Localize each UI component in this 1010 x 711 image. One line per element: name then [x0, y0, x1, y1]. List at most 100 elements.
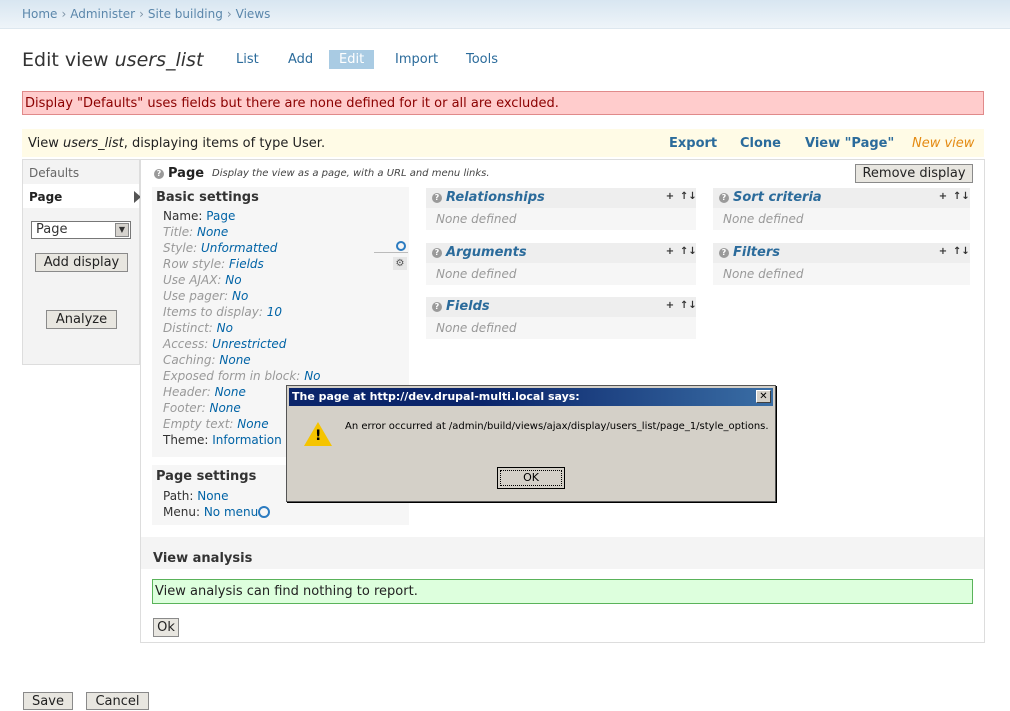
setting-value-link[interactable]: No — [225, 273, 241, 287]
breadcrumb-home[interactable]: Home — [22, 7, 57, 21]
page-title-prefix: Edit view — [22, 49, 109, 71]
setting-value-link[interactable]: Fields — [229, 257, 264, 271]
breadcrumb-views[interactable]: Views — [236, 7, 271, 21]
rearrange-icon[interactable]: ↑↓ — [680, 246, 697, 258]
chevron-down-icon: ▼ — [115, 223, 129, 237]
setting-value-link[interactable]: No menu — [204, 505, 258, 519]
setting-value-link[interactable]: None — [209, 401, 240, 415]
setting-value-link[interactable]: No — [217, 321, 233, 335]
fields-header: ? Fields + ↑↓ — [426, 297, 697, 317]
setting-value-link[interactable]: None — [237, 417, 268, 431]
analyze-button[interactable]: Analyze — [46, 310, 117, 329]
sort-criteria-empty: None defined — [723, 212, 804, 226]
tab-add[interactable]: Add — [288, 52, 313, 67]
arguments-empty: None defined — [436, 267, 517, 281]
fields-empty: None defined — [436, 321, 517, 335]
help-icon[interactable]: ? — [432, 302, 442, 312]
view-description-name: users_list — [63, 136, 124, 151]
setting-row-style: Style: Unformatted — [163, 241, 277, 255]
setting-key: Style: — [163, 241, 198, 255]
setting-row-menu: Menu: No menu — [163, 505, 258, 519]
filters-panel: ? Filters + ↑↓ None defined — [713, 243, 970, 285]
page-title: Edit view users_list — [22, 49, 203, 71]
setting-value-link[interactable]: None — [215, 385, 246, 399]
setting-value-link[interactable]: Information — [212, 433, 281, 447]
tab-import[interactable]: Import — [395, 52, 438, 67]
add-icon[interactable]: + — [937, 191, 949, 203]
view-page-link[interactable]: View "Page" — [805, 136, 894, 151]
arguments-panel: ? Arguments + ↑↓ None defined — [426, 243, 697, 285]
breadcrumb-separator: › — [139, 7, 144, 21]
relationships-title[interactable]: Relationships — [446, 190, 545, 205]
cancel-button[interactable]: Cancel — [86, 692, 149, 710]
add-icon[interactable]: + — [937, 246, 949, 258]
help-icon[interactable]: ? — [719, 248, 729, 258]
help-icon[interactable]: ? — [432, 248, 442, 258]
rearrange-icon[interactable]: ↑↓ — [680, 191, 697, 203]
setting-value-link[interactable]: 10 — [267, 305, 282, 319]
dialog-titlebar: The page at http://dev.drupal-multi.loca… — [289, 388, 773, 406]
setting-row-use-ajax: Use AJAX: No — [163, 273, 242, 287]
arguments-title[interactable]: Arguments — [446, 245, 527, 260]
display-tab-defaults[interactable]: Defaults — [29, 166, 79, 180]
export-link[interactable]: Export — [669, 136, 717, 151]
setting-row-footer: Footer: None — [163, 401, 241, 415]
setting-row-title: Title: None — [163, 225, 228, 239]
setting-value-link[interactable]: Unformatted — [201, 241, 277, 255]
gear-icon[interactable]: ⚙ — [393, 257, 407, 270]
setting-row-name: Name: Page — [163, 209, 235, 223]
save-button[interactable]: Save — [23, 692, 73, 710]
close-icon[interactable]: ✕ — [756, 390, 771, 403]
breadcrumb-site-building[interactable]: Site building — [148, 7, 223, 21]
setting-row-row-style: Row style: Fields — [163, 257, 264, 271]
refresh-icon[interactable] — [258, 506, 270, 518]
add-display-button[interactable]: Add display — [35, 253, 128, 272]
add-icon[interactable]: + — [664, 191, 676, 203]
remove-display-button[interactable]: Remove display — [855, 164, 973, 183]
clone-link[interactable]: Clone — [740, 136, 781, 151]
display-type-value: Page — [36, 222, 68, 237]
setting-value-link[interactable]: None — [197, 489, 228, 503]
setting-row-empty-text: Empty text: None — [163, 417, 269, 431]
tab-list[interactable]: List — [236, 52, 259, 67]
setting-key: Theme: — [163, 433, 209, 447]
tab-tools[interactable]: Tools — [466, 52, 498, 67]
fields-panel: ? Fields + ↑↓ None defined — [426, 297, 697, 339]
sort-criteria-title[interactable]: Sort criteria — [733, 190, 822, 205]
setting-value-link[interactable]: Page — [206, 209, 235, 223]
filters-empty: None defined — [723, 267, 804, 281]
breadcrumb-administer[interactable]: Administer — [70, 7, 135, 21]
setting-key: Access: — [163, 337, 209, 351]
setting-value-link[interactable]: None — [197, 225, 228, 239]
tab-edit[interactable]: Edit — [329, 50, 375, 69]
display-tab-page[interactable]: Page — [29, 190, 62, 204]
dialog-ok-label: OK — [500, 470, 562, 486]
setting-key: Path: — [163, 489, 194, 503]
help-icon[interactable]: ? — [154, 169, 164, 179]
add-icon[interactable]: + — [664, 246, 676, 258]
setting-value-link[interactable]: None — [219, 353, 250, 367]
rearrange-icon[interactable]: ↑↓ — [953, 191, 970, 203]
help-icon[interactable]: ? — [719, 193, 729, 203]
setting-row-distinct: Distinct: No — [163, 321, 233, 335]
setting-key: Name: — [163, 209, 203, 223]
filters-title[interactable]: Filters — [733, 245, 780, 260]
setting-value-link[interactable]: Unrestricted — [212, 337, 286, 351]
setting-key: Items to display: — [163, 305, 263, 319]
help-icon[interactable]: ? — [432, 193, 442, 203]
setting-row-access: Access: Unrestricted — [163, 337, 286, 351]
setting-value-link[interactable]: No — [304, 369, 320, 383]
rearrange-icon[interactable]: ↑↓ — [680, 300, 697, 312]
refresh-icon[interactable] — [396, 241, 406, 251]
add-icon[interactable]: + — [664, 300, 676, 312]
view-analysis-header: View analysis — [141, 537, 984, 569]
relationships-empty: None defined — [436, 212, 517, 226]
fields-title[interactable]: Fields — [446, 299, 490, 314]
dialog-ok-button[interactable]: OK — [497, 467, 565, 489]
analysis-ok-button[interactable]: Ok — [153, 618, 179, 637]
display-type-select[interactable]: Page ▼ — [31, 221, 131, 239]
new-view-link[interactable]: New view — [912, 136, 974, 151]
view-description-suffix: , displaying items of type User. — [123, 136, 326, 151]
setting-value-link[interactable]: No — [232, 289, 248, 303]
rearrange-icon[interactable]: ↑↓ — [953, 246, 970, 258]
